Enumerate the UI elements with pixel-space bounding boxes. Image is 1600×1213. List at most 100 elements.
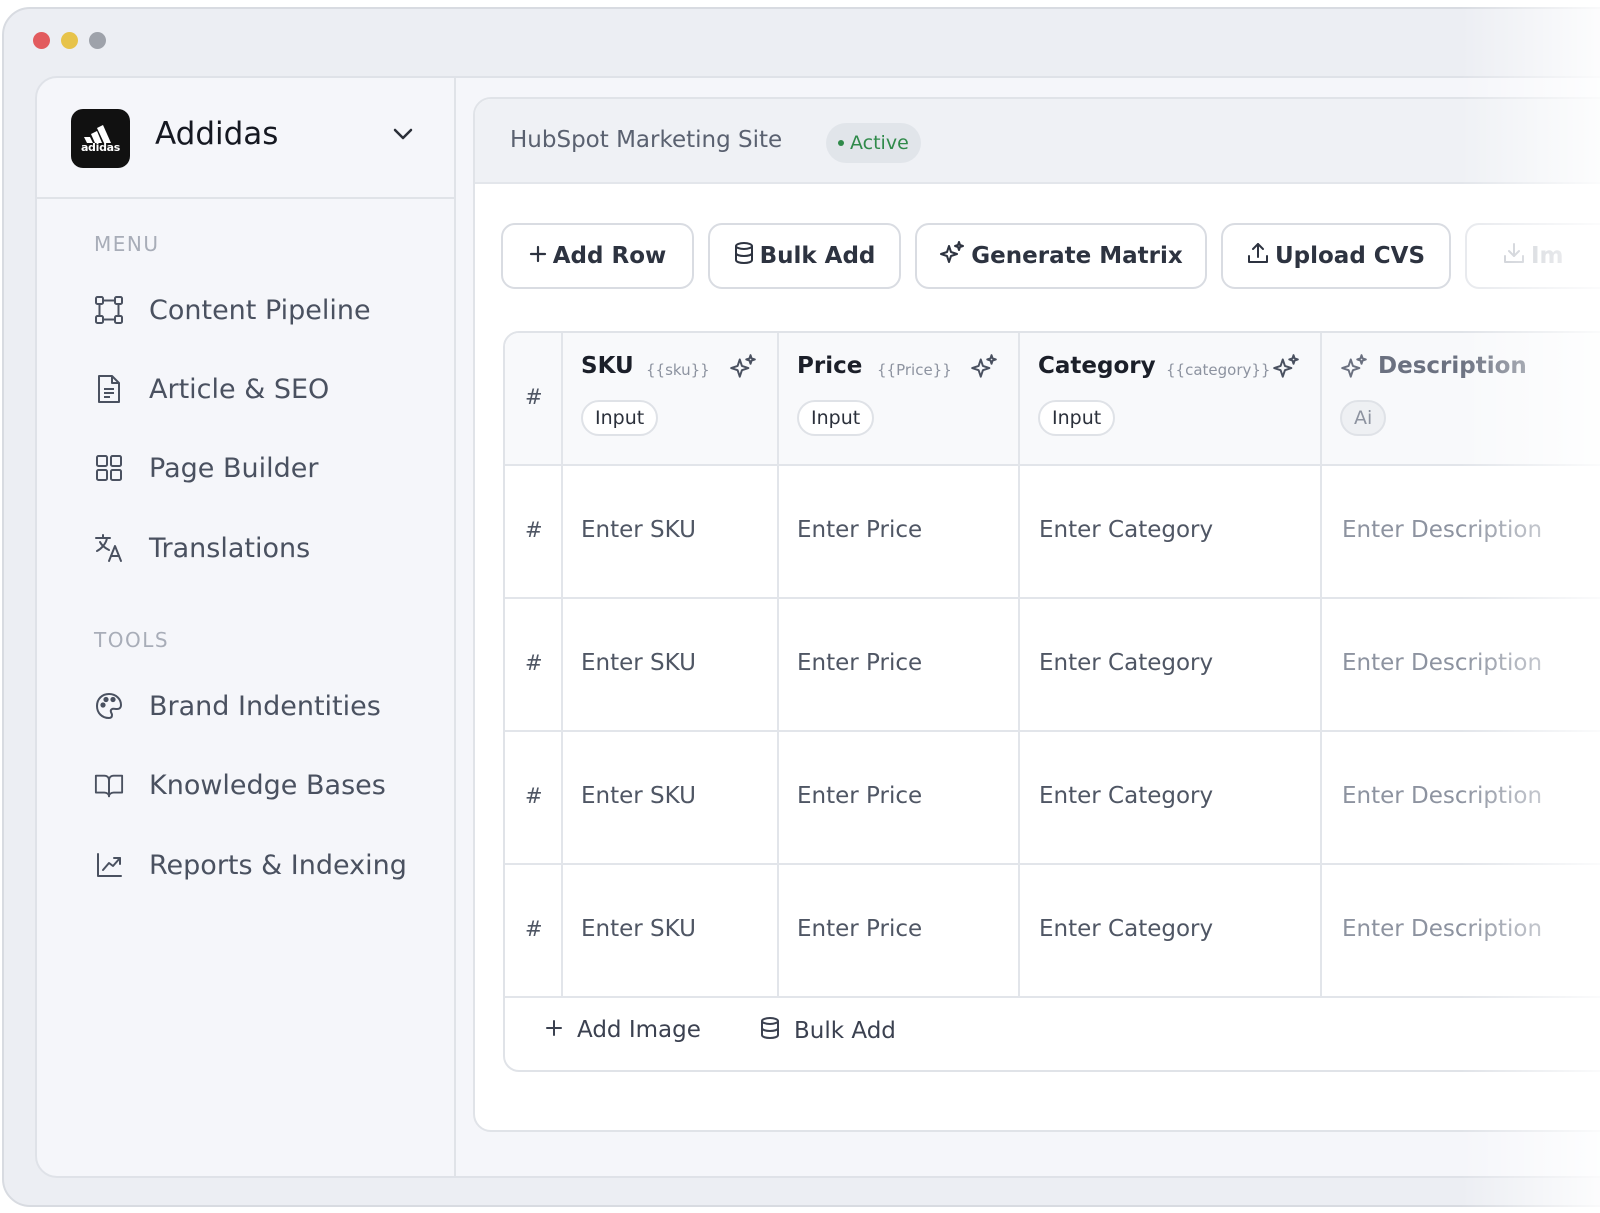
row-number: # bbox=[525, 784, 543, 808]
description-cell[interactable]: Enter Description bbox=[1342, 517, 1542, 543]
row-number: # bbox=[525, 518, 543, 542]
description-cell[interactable]: Enter Description bbox=[1342, 650, 1542, 676]
tools-section-label: TOOLS bbox=[94, 628, 170, 652]
column-tag-category: Input bbox=[1038, 400, 1116, 436]
column-title-category: Category bbox=[1038, 353, 1156, 379]
sparkle-icon[interactable] bbox=[729, 353, 757, 385]
sidebar-item-brand-identities[interactable]: Brand Indentities bbox=[94, 686, 381, 726]
app-window: adidas Addidas MENU Content Pipeline Art… bbox=[2, 7, 1600, 1207]
sidebar-item-label: Content Pipeline bbox=[149, 294, 371, 326]
price-cell[interactable]: Enter Price bbox=[797, 517, 922, 543]
sparkle-icon[interactable] bbox=[1340, 353, 1368, 385]
download-icon bbox=[1503, 242, 1525, 270]
upload-cvs-label: Upload CVS bbox=[1274, 243, 1426, 269]
grid-icon bbox=[94, 453, 124, 483]
menu-section-label: MENU bbox=[94, 232, 160, 256]
sidebar-item-translations[interactable]: Translations bbox=[94, 528, 310, 568]
add-image-button[interactable]: Add Image bbox=[545, 1017, 701, 1043]
sidebar-item-content-pipeline[interactable]: Content Pipeline bbox=[94, 290, 371, 330]
add-row-label: Add Row bbox=[552, 243, 667, 269]
window-controls bbox=[33, 32, 106, 49]
sidebar-item-knowledge-bases[interactable]: Knowledge Bases bbox=[94, 765, 386, 805]
price-cell[interactable]: Enter Price bbox=[797, 916, 922, 942]
category-cell[interactable]: Enter Category bbox=[1039, 517, 1213, 543]
sidebar-item-label: Brand Indentities bbox=[149, 690, 381, 722]
brand-name: Addidas bbox=[155, 116, 279, 152]
workflow-icon bbox=[94, 295, 124, 325]
generate-matrix-label: Generate Matrix bbox=[971, 243, 1183, 269]
app-shell: adidas Addidas MENU Content Pipeline Art… bbox=[35, 76, 1600, 1178]
status-label: Active bbox=[850, 132, 909, 154]
column-var-price: {{Price}} bbox=[877, 361, 952, 379]
category-cell[interactable]: Enter Category bbox=[1039, 783, 1213, 809]
adidas-stripes-icon bbox=[83, 125, 111, 143]
sparkle-icon bbox=[939, 240, 965, 272]
translate-icon bbox=[94, 533, 124, 563]
description-cell[interactable]: Enter Description bbox=[1342, 916, 1542, 942]
sku-cell[interactable]: Enter SKU bbox=[581, 783, 696, 809]
column-tag-price: Input bbox=[797, 400, 875, 436]
footer-bulk-add-label: Bulk Add bbox=[794, 1018, 896, 1044]
category-cell[interactable]: Enter Category bbox=[1039, 916, 1213, 942]
bulk-add-button[interactable]: Bulk Add bbox=[708, 223, 901, 289]
minimize-window-button[interactable] bbox=[61, 32, 78, 49]
sidebar: adidas Addidas MENU Content Pipeline Art… bbox=[37, 78, 456, 1176]
brand-switcher[interactable]: adidas Addidas bbox=[37, 78, 454, 199]
price-cell[interactable]: Enter Price bbox=[797, 783, 922, 809]
panel-header: HubSpot Marketing Site Active bbox=[475, 99, 1600, 184]
description-cell[interactable]: Enter Description bbox=[1342, 783, 1542, 809]
logo-wordmark: adidas bbox=[80, 141, 121, 154]
sidebar-item-label: Reports & Indexing bbox=[149, 849, 407, 881]
column-title-price: Price bbox=[797, 353, 863, 379]
plus-icon bbox=[529, 243, 547, 269]
sidebar-item-article-seo[interactable]: Article & SEO bbox=[94, 369, 329, 409]
upload-cvs-button[interactable]: Upload CVS bbox=[1221, 223, 1451, 289]
database-icon bbox=[734, 242, 754, 270]
status-badge: Active bbox=[826, 123, 921, 163]
brand-logo: adidas bbox=[71, 109, 130, 168]
column-title-sku: SKU bbox=[581, 353, 634, 379]
document-icon bbox=[94, 374, 124, 404]
add-row-button[interactable]: Add Row bbox=[501, 223, 694, 289]
footer-bulk-add-button[interactable]: Bulk Add bbox=[760, 1017, 896, 1045]
row-number: # bbox=[525, 917, 543, 941]
sidebar-item-label: Knowledge Bases bbox=[149, 769, 386, 801]
chart-up-icon bbox=[94, 850, 124, 880]
sidebar-item-label: Page Builder bbox=[149, 452, 319, 484]
row-number-header: # bbox=[525, 385, 543, 409]
upload-icon bbox=[1247, 242, 1269, 270]
import-button[interactable]: Im bbox=[1465, 223, 1600, 289]
sku-cell[interactable]: Enter SKU bbox=[581, 517, 696, 543]
generate-matrix-button[interactable]: Generate Matrix bbox=[915, 223, 1207, 289]
column-var-category: {{category}} bbox=[1166, 361, 1271, 379]
plus-icon bbox=[545, 1017, 563, 1043]
category-cell[interactable]: Enter Category bbox=[1039, 650, 1213, 676]
price-cell[interactable]: Enter Price bbox=[797, 650, 922, 676]
sidebar-item-page-builder[interactable]: Page Builder bbox=[94, 448, 318, 488]
sidebar-item-label: Translations bbox=[149, 532, 311, 564]
sparkle-icon[interactable] bbox=[1272, 353, 1300, 385]
row-number: # bbox=[525, 651, 543, 675]
sparkle-icon[interactable] bbox=[970, 353, 998, 385]
bulk-add-label: Bulk Add bbox=[759, 243, 876, 269]
database-icon bbox=[760, 1017, 780, 1045]
maximize-window-button[interactable] bbox=[89, 32, 106, 49]
chevron-down-icon[interactable] bbox=[392, 126, 414, 145]
column-var-sku: {{sku}} bbox=[646, 361, 710, 379]
column-tag-sku: Input bbox=[581, 400, 659, 436]
palette-icon bbox=[94, 691, 124, 721]
main-panel: HubSpot Marketing Site Active Add Row Bu… bbox=[473, 97, 1600, 1132]
import-label: Im bbox=[1531, 243, 1564, 269]
sku-cell[interactable]: Enter SKU bbox=[581, 916, 696, 942]
data-matrix-table: # SKU {{sku}} Input Price {{Price}} Inpu… bbox=[503, 331, 1600, 1072]
add-image-label: Add Image bbox=[577, 1017, 701, 1043]
status-dot-icon bbox=[838, 140, 844, 146]
sidebar-item-reports-indexing[interactable]: Reports & Indexing bbox=[94, 845, 407, 885]
column-tag-description: Ai bbox=[1340, 400, 1387, 436]
close-window-button[interactable] bbox=[33, 32, 50, 49]
sidebar-item-label: Article & SEO bbox=[149, 373, 330, 405]
column-title-description: Description bbox=[1378, 353, 1527, 379]
sku-cell[interactable]: Enter SKU bbox=[581, 650, 696, 676]
site-title: HubSpot Marketing Site bbox=[510, 127, 783, 153]
book-icon bbox=[94, 770, 124, 800]
